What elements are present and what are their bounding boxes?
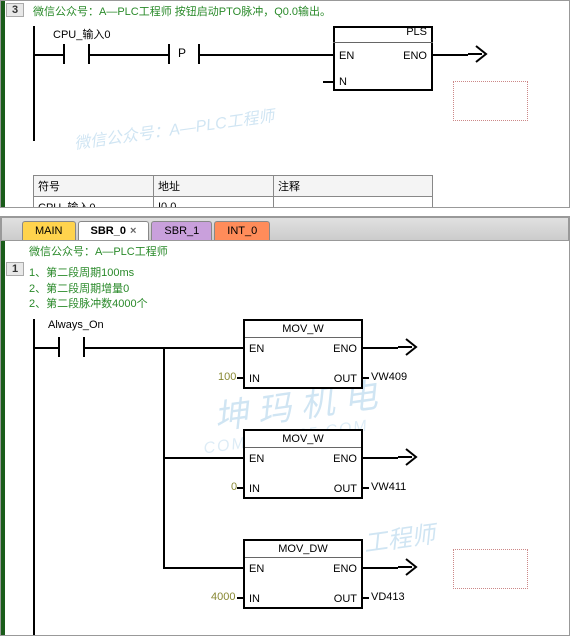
col-address: 地址 bbox=[154, 176, 274, 197]
contact-left bbox=[63, 44, 65, 64]
rung-number: 1 bbox=[6, 262, 24, 276]
eno-pin: ENO bbox=[333, 563, 357, 575]
wire bbox=[433, 54, 468, 56]
cell-symbol: CPU_输入0 bbox=[34, 197, 154, 208]
output-arrow bbox=[468, 42, 492, 66]
wire bbox=[33, 347, 58, 349]
p-edge: P bbox=[178, 46, 186, 60]
out-value: VD413 bbox=[371, 591, 405, 603]
dotted-box bbox=[453, 81, 528, 121]
p-left bbox=[168, 44, 170, 64]
cell-comment bbox=[274, 197, 433, 208]
pls-block: PLS EN ENO N bbox=[333, 26, 433, 91]
rung-number: 3 bbox=[6, 3, 24, 17]
wire bbox=[163, 567, 243, 569]
block-title: MOV_W bbox=[245, 431, 361, 445]
tab-int0[interactable]: INT_0 bbox=[214, 221, 270, 240]
block-title: MOV_W bbox=[245, 321, 361, 335]
out-value: VW409 bbox=[371, 371, 407, 383]
in-pin: IN bbox=[249, 483, 260, 495]
en-pin: EN bbox=[339, 50, 354, 62]
n-pin: N bbox=[339, 76, 347, 88]
in-pin: IN bbox=[249, 593, 260, 605]
watermark-text: 工程师 bbox=[361, 514, 437, 559]
ladder-panel-2: MAIN SBR_0 × SBR_1 INT_0 微信公众号：A—PLC工程师 1… bbox=[0, 216, 570, 636]
symbol-table: 符号 地址 注释 CPU_输入0 I0.0 bbox=[33, 175, 433, 208]
comment-line: 1、第二段周期100ms bbox=[29, 266, 569, 281]
table-row: CPU_输入0 I0.0 bbox=[34, 197, 433, 208]
tab-sbr1[interactable]: SBR_1 bbox=[151, 221, 212, 240]
in-value: 100 bbox=[218, 371, 236, 383]
mov-w-block-2: MOV_W EN ENO IN OUT bbox=[243, 429, 363, 499]
contact-label: CPU_输入0 bbox=[53, 26, 110, 42]
out-pin: OUT bbox=[334, 483, 357, 495]
left-green-bar bbox=[1, 1, 5, 207]
en-pin: EN bbox=[249, 453, 264, 465]
wire bbox=[363, 347, 398, 349]
out-pin: OUT bbox=[334, 593, 357, 605]
wire bbox=[363, 457, 398, 459]
out-pin: OUT bbox=[334, 373, 357, 385]
col-symbol: 符号 bbox=[34, 176, 154, 197]
pls-title: PLS bbox=[406, 26, 427, 38]
en-pin: EN bbox=[249, 343, 264, 355]
contact-left bbox=[58, 337, 60, 357]
wire bbox=[33, 54, 63, 56]
tab-main[interactable]: MAIN bbox=[22, 221, 76, 240]
power-rail bbox=[33, 26, 35, 141]
comment-line: 2、第二段周期增量0 bbox=[29, 282, 569, 297]
tab-bar: MAIN SBR_0 × SBR_1 INT_0 bbox=[1, 217, 569, 241]
block-divider bbox=[333, 42, 433, 43]
wire bbox=[198, 54, 333, 56]
eno-pin: ENO bbox=[403, 50, 427, 62]
power-rail bbox=[33, 319, 35, 636]
in-pin: IN bbox=[249, 373, 260, 385]
eno-pin: ENO bbox=[333, 453, 357, 465]
tab-sbr0-label: SBR_0 bbox=[91, 225, 126, 237]
wire bbox=[363, 567, 398, 569]
block-title: MOV_DW bbox=[245, 541, 361, 555]
rung-comment: 微信公众号：A—PLC工程师 按钮启动PTO脉冲，Q0.0输出。 bbox=[33, 5, 569, 20]
left-green-bar bbox=[1, 241, 5, 635]
dotted-box bbox=[453, 549, 528, 589]
mov-w-block-1: MOV_W EN ENO IN OUT bbox=[243, 319, 363, 389]
watermark-text: 微信公众号：A—PLC工程师 bbox=[72, 102, 275, 154]
ladder-area-1: 微信公众号：A—PLC工程师 CPU_输入0 P PLS EN ENO N bbox=[33, 26, 569, 141]
ladder-panel-1: 3 微信公众号：A—PLC工程师 按钮启动PTO脉冲，Q0.0输出。 微信公众号… bbox=[0, 0, 570, 208]
header-comment: 微信公众号：A—PLC工程师 bbox=[29, 245, 569, 260]
col-comment: 注释 bbox=[274, 176, 433, 197]
en-pin: EN bbox=[249, 563, 264, 575]
wire bbox=[88, 54, 168, 56]
n-wire bbox=[323, 81, 333, 83]
out-value: VW411 bbox=[371, 481, 406, 493]
output-arrow bbox=[398, 335, 422, 359]
close-icon[interactable]: × bbox=[130, 225, 136, 237]
output-arrow bbox=[398, 555, 422, 579]
contact-label: Always_On bbox=[48, 319, 104, 331]
comment-line: 2、第二段脉冲数4000个 bbox=[29, 297, 569, 312]
ladder-area-2: 坤 玛 机 电 COMEON365.COM 工程师 Always_On MOV_… bbox=[33, 319, 569, 636]
mov-dw-block: MOV_DW EN ENO IN OUT bbox=[243, 539, 363, 609]
eno-pin: ENO bbox=[333, 343, 357, 355]
cell-address: I0.0 bbox=[154, 197, 274, 208]
in-value: 4000 bbox=[211, 591, 235, 603]
tab-sbr0[interactable]: SBR_0 × bbox=[78, 221, 150, 240]
wire bbox=[163, 457, 243, 459]
output-arrow bbox=[398, 445, 422, 469]
